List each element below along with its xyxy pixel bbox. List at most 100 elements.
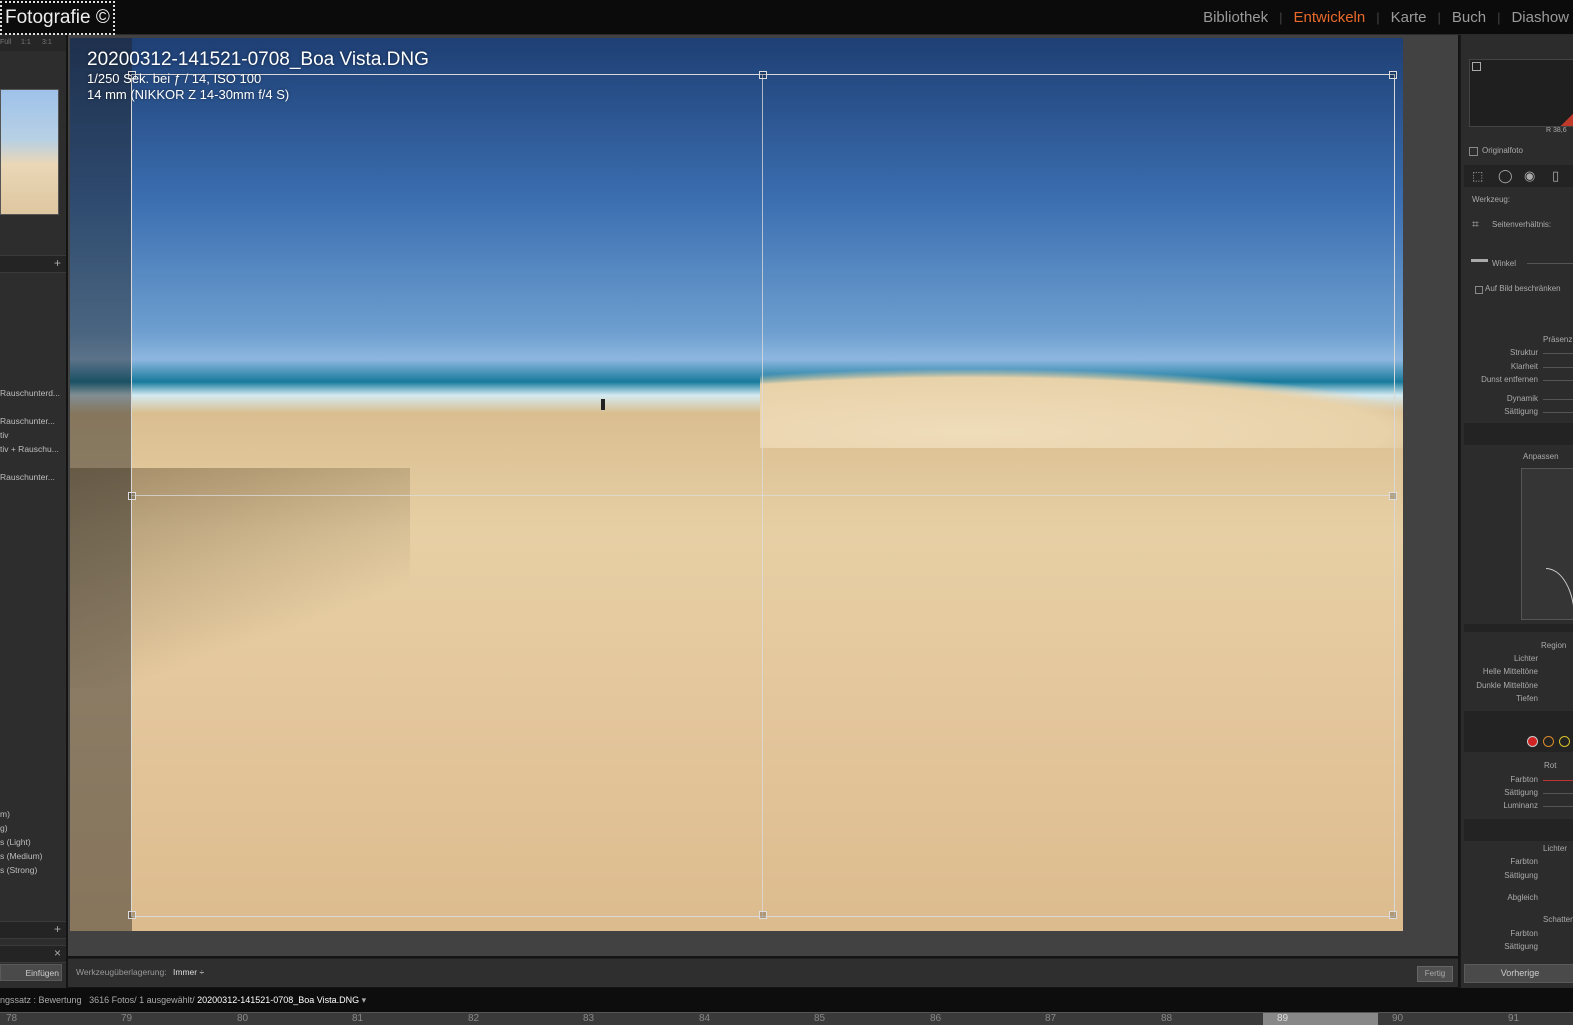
slider-track[interactable]: [1543, 412, 1573, 413]
preset-item[interactable]: s (Light): [0, 837, 31, 847]
crop-tool-icon[interactable]: ⬚: [1472, 169, 1483, 183]
preset-item[interactable]: Rauschunterd...: [0, 388, 60, 398]
tool-label: Werkzeug:: [1472, 195, 1511, 204]
slider-label: Sättigung: [1504, 788, 1538, 797]
photo-exposure: 1/250 Sek. bei ƒ / 14, ISO 100: [87, 71, 262, 86]
original-label: Originalfoto: [1482, 146, 1523, 155]
snapshots-header[interactable]: +: [0, 921, 66, 939]
zoom-1-1[interactable]: 1:1: [21, 39, 31, 46]
photo-info-overlay: 20200312-141521-0708_Boa Vista.DNG 1/250…: [87, 49, 429, 103]
slider-track[interactable]: [1543, 780, 1573, 781]
preset-item[interactable]: s (Medium): [0, 851, 43, 861]
paste-button[interactable]: Einfügen: [0, 964, 62, 981]
slider-label: Klarheit: [1510, 362, 1538, 371]
filmstrip-number: 91: [1508, 1013, 1520, 1024]
slider-label: Dunst entfernen: [1481, 375, 1538, 384]
tone-curve[interactable]: [1521, 468, 1573, 620]
slider-label: Dunkle Mitteltöne: [1476, 681, 1538, 690]
shadows-header: Schatten: [1543, 915, 1573, 924]
crop-handle-left[interactable]: [128, 492, 136, 500]
source-label[interactable]: ngssatz : Bewertung: [0, 995, 82, 1005]
red-channel-icon[interactable]: [1527, 736, 1538, 747]
crop-icon[interactable]: ⌗: [1472, 217, 1479, 232]
preset-item[interactable]: Rauschunter...: [0, 472, 55, 482]
chevron-down-icon[interactable]: ▾: [362, 995, 367, 1005]
histogram[interactable]: R 38,6: [1469, 59, 1573, 134]
crop-handle-right[interactable]: [1389, 492, 1397, 500]
spot-removal-icon[interactable]: ◯: [1498, 168, 1513, 184]
constrain-checkbox[interactable]: [1475, 286, 1483, 294]
photo-lens: 14 mm (NIKKOR Z 14-30mm f/4 S): [87, 87, 290, 102]
crop-handle-top-right[interactable]: [1389, 71, 1397, 79]
presence-header: Präsenz: [1543, 335, 1573, 344]
filmstrip-number: 88: [1161, 1013, 1173, 1024]
module-develop[interactable]: Entwickeln: [1283, 9, 1377, 26]
top-bar: Fotografie © Bibliothek | Entwickeln | K…: [0, 0, 1573, 35]
slider-track[interactable]: [1543, 380, 1573, 381]
preset-item[interactable]: s (Strong): [0, 865, 37, 875]
slider-track[interactable]: [1543, 793, 1573, 794]
crop-handle-bottom[interactable]: [759, 911, 767, 919]
add-snapshot-icon[interactable]: +: [54, 922, 61, 936]
slider-track[interactable]: [1543, 399, 1573, 400]
toolbar: Werkzeugüberlagerung: Immer ÷ Fertig: [68, 958, 1458, 987]
original-checkbox[interactable]: [1469, 147, 1478, 156]
curve-line: [1546, 568, 1573, 619]
filmstrip-number: 84: [699, 1013, 711, 1024]
slider-track[interactable]: [1543, 367, 1573, 368]
slider-label: Farbton: [1510, 775, 1538, 784]
photo-filename: 20200312-141521-0708_Boa Vista.DNG: [87, 49, 429, 70]
clipping-indicator-icon[interactable]: [1472, 62, 1481, 71]
slider-track[interactable]: [1543, 353, 1573, 354]
done-button[interactable]: Fertig: [1417, 966, 1453, 982]
module-library[interactable]: Bibliothek: [1192, 9, 1279, 26]
preset-item[interactable]: Rauschunter...: [0, 416, 55, 426]
graduated-filter-icon[interactable]: ▯: [1552, 168, 1559, 184]
preset-item[interactable]: m): [0, 809, 10, 819]
filmstrip-number: 87: [1045, 1013, 1057, 1024]
module-map[interactable]: Karte: [1380, 9, 1438, 26]
preset-item[interactable]: tiv + Rauschu...: [0, 444, 59, 454]
slider-track[interactable]: [1543, 806, 1573, 807]
crop-handle-bottom-right[interactable]: [1389, 911, 1397, 919]
slider-label: Sättigung: [1504, 407, 1538, 416]
filmstrip-number: 89: [1277, 1013, 1289, 1024]
curve-slider[interactable]: [1464, 624, 1573, 632]
navigator-preview[interactable]: [0, 89, 59, 215]
preset-item[interactable]: g): [0, 823, 8, 833]
slider-label: Luminanz: [1503, 801, 1538, 810]
preset-item[interactable]: tiv: [0, 430, 9, 440]
module-picker: Bibliothek | Entwickeln | Karte | Buch |…: [1192, 0, 1573, 34]
straighten-icon[interactable]: [1471, 259, 1488, 262]
crop-handle-bottom-left[interactable]: [128, 911, 136, 919]
orange-channel-icon[interactable]: [1543, 736, 1554, 747]
red-eye-icon[interactable]: ◉: [1524, 168, 1535, 184]
constrain-label: Auf Bild beschränken: [1485, 284, 1561, 293]
zoom-3-1[interactable]: 3:1: [42, 39, 52, 46]
filmstrip[interactable]: 78 79 80 81 82 83 84 85 86 87 88 89 90 9…: [0, 1012, 1573, 1025]
curve-header: Anpassen: [1523, 452, 1559, 461]
clear-history-icon[interactable]: ×: [54, 946, 61, 960]
filmstrip-number: 90: [1392, 1013, 1404, 1024]
module-slideshow[interactable]: Diashow: [1500, 9, 1573, 26]
right-panel: R 38,6 Originalfoto ⬚ ◯ ◉ ▯ Werkzeug: ⌗ …: [1460, 35, 1573, 988]
history-header[interactable]: ×: [0, 945, 66, 963]
panel-divider: [1464, 423, 1573, 445]
presets-header[interactable]: +: [0, 255, 66, 273]
crop-handle-top[interactable]: [759, 71, 767, 79]
selected-filename[interactable]: 20200312-141521-0708_Boa Vista.DNG: [197, 995, 359, 1005]
color-header: Rot: [1544, 761, 1557, 770]
tool-overlay-select[interactable]: Immer ÷: [173, 967, 204, 977]
angle-slider[interactable]: [1527, 263, 1573, 264]
slider-label: Tiefen: [1516, 694, 1538, 703]
previous-button[interactable]: Vorherige: [1464, 964, 1573, 983]
aspect-label: Seitenverhältnis:: [1492, 220, 1552, 229]
identity-plate-logo[interactable]: Fotografie ©: [0, 1, 115, 35]
filmstrip-number: 82: [468, 1013, 480, 1024]
yellow-channel-icon[interactable]: [1559, 736, 1570, 747]
slider-label: Dynamik: [1506, 394, 1538, 403]
filmstrip-number: 83: [583, 1013, 595, 1024]
add-preset-icon[interactable]: +: [54, 256, 61, 270]
module-book[interactable]: Buch: [1441, 9, 1497, 26]
zoom-fill[interactable]: Füll: [0, 39, 11, 46]
